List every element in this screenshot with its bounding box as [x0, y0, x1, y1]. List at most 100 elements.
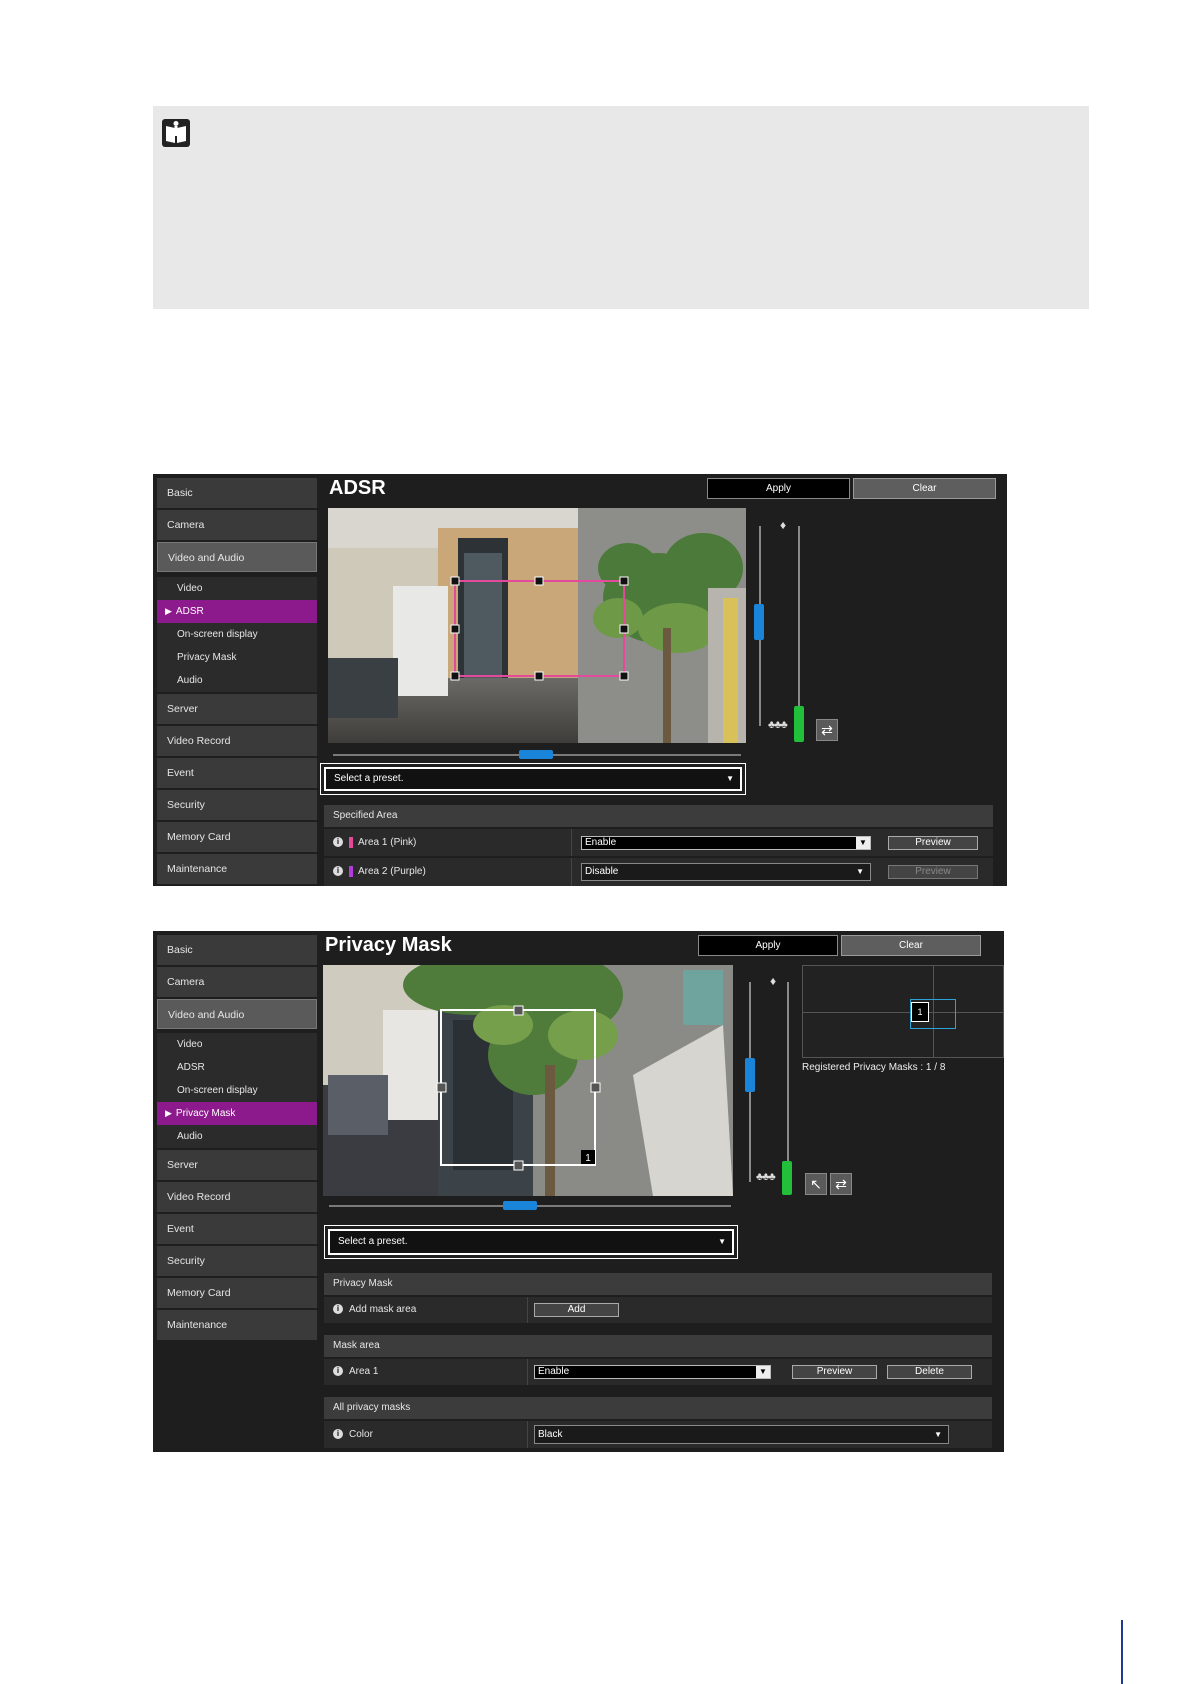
- section-mask-area: Mask area: [324, 1335, 992, 1357]
- column-divider: [527, 1359, 528, 1385]
- page-title: ADSR: [329, 477, 386, 499]
- nav-basic[interactable]: Basic: [157, 935, 317, 965]
- mask-overview-panel[interactable]: 1: [802, 965, 1004, 1058]
- preset-select-label: Select a preset.: [338, 1236, 408, 1247]
- nav-sub-on-screen-display[interactable]: On-screen display: [157, 1079, 317, 1102]
- add-mask-label-cell: i Add mask area: [333, 1297, 416, 1323]
- section-all-privacy-masks: All privacy masks: [324, 1397, 992, 1419]
- info-icon[interactable]: i: [333, 866, 343, 877]
- pan-slider-knob[interactable]: [503, 1201, 537, 1210]
- info-icon[interactable]: i: [333, 1304, 343, 1315]
- active-arrow-icon: ▶: [165, 1108, 172, 1118]
- nav-sub-adsr-label: ADSR: [175, 606, 204, 617]
- preset-select[interactable]: Select a preset. ▼: [320, 763, 746, 795]
- sidebar-nav: Basic Camera Video and Audio Video ADSR …: [157, 935, 317, 1342]
- nav-basic[interactable]: Basic: [157, 478, 317, 508]
- add-mask-area-label: Add mask area: [349, 1304, 417, 1315]
- swap-arrows-icon[interactable]: ⇄: [816, 719, 838, 741]
- camera-video-preview[interactable]: 1: [323, 965, 733, 1196]
- nav-video-record[interactable]: Video Record: [157, 726, 317, 756]
- nav-security[interactable]: Security: [157, 1246, 317, 1276]
- swap-arrows-icon[interactable]: ⇄: [830, 1173, 852, 1195]
- chevron-down-icon: ▼: [726, 774, 734, 783]
- zoom-slider-knob[interactable]: [782, 1161, 792, 1195]
- nav-video-record[interactable]: Video Record: [157, 1182, 317, 1212]
- clear-button[interactable]: Clear: [853, 478, 996, 499]
- area-1-enable-select[interactable]: Enable ▼: [534, 1365, 771, 1379]
- nav-sub-video[interactable]: Video: [157, 1033, 317, 1056]
- area-1-label-cell: i Area 1 (Pink): [333, 829, 416, 856]
- tele-icon: ♦: [770, 974, 777, 988]
- area-2-select-value: Disable: [585, 866, 619, 877]
- zoom-slider-track[interactable]: [787, 982, 789, 1182]
- table-row: i Color Black ▼: [324, 1421, 992, 1448]
- page-title: Privacy Mask: [325, 934, 452, 956]
- clear-button[interactable]: Clear: [841, 935, 981, 956]
- nav-server[interactable]: Server: [157, 694, 317, 724]
- apply-button[interactable]: Apply: [698, 935, 838, 956]
- nav-camera[interactable]: Camera: [157, 510, 317, 540]
- area-1-enable-select[interactable]: Enable ▼: [581, 836, 871, 850]
- camera-scene-image: 1: [323, 965, 733, 1196]
- nav-camera[interactable]: Camera: [157, 967, 317, 997]
- area-1-preview-button[interactable]: Preview: [888, 836, 978, 850]
- nav-sub-on-screen-display[interactable]: On-screen display: [157, 623, 317, 646]
- add-mask-button[interactable]: Add: [534, 1303, 619, 1317]
- chevron-down-icon: ▼: [856, 867, 864, 876]
- nav-video-and-audio[interactable]: Video and Audio: [157, 999, 317, 1029]
- preset-select[interactable]: Select a preset. ▼: [324, 1225, 738, 1259]
- column-divider: [527, 1297, 528, 1323]
- nav-sub-adsr[interactable]: ADSR: [157, 1056, 317, 1079]
- column-divider: [571, 829, 572, 856]
- overview-mask-marker: 1: [911, 1002, 929, 1022]
- pan-slider-knob[interactable]: [519, 750, 553, 759]
- chevron-down-icon: ▼: [856, 837, 870, 849]
- camera-video-preview[interactable]: [328, 508, 746, 743]
- registered-masks-count: Registered Privacy Masks : 1 / 8: [802, 1062, 946, 1073]
- section-privacy-mask: Privacy Mask: [324, 1273, 992, 1295]
- column-divider: [571, 858, 572, 886]
- important-book-icon: [162, 119, 190, 147]
- apply-button[interactable]: Apply: [707, 478, 850, 499]
- wide-icon: ♣♣♣: [768, 719, 788, 731]
- section-specified-area: Specified Area: [324, 805, 993, 827]
- wide-icon: ♣♣♣: [756, 1171, 776, 1183]
- nav-memory-card[interactable]: Memory Card: [157, 822, 317, 852]
- sidebar-nav: Basic Camera Video and Audio Video ▶ ADSR…: [157, 478, 317, 886]
- info-icon[interactable]: i: [333, 1366, 343, 1377]
- color-label-cell: i Color: [333, 1421, 373, 1448]
- nav-event[interactable]: Event: [157, 1214, 317, 1244]
- area-1-preview-button[interactable]: Preview: [792, 1365, 877, 1379]
- nav-sub-audio[interactable]: Audio: [157, 1125, 317, 1148]
- area-2-label: Area 2 (Purple): [358, 866, 426, 877]
- overview-mask-number: 1: [917, 1007, 923, 1017]
- nav-sub-adsr[interactable]: ▶ ADSR: [157, 600, 317, 623]
- area-2-preview-button[interactable]: Preview: [888, 865, 978, 879]
- area-1-label: Area 1: [349, 1366, 379, 1377]
- table-row: i Area 2 (Purple) Disable ▼ Preview: [324, 858, 993, 886]
- zoom-slider-knob[interactable]: [794, 706, 804, 742]
- nav-memory-card[interactable]: Memory Card: [157, 1278, 317, 1308]
- nav-event[interactable]: Event: [157, 758, 317, 788]
- info-icon[interactable]: i: [333, 837, 343, 848]
- tilt-slider-knob[interactable]: [745, 1058, 755, 1092]
- nav-security[interactable]: Security: [157, 790, 317, 820]
- nav-sub-privacy-mask[interactable]: ▶ Privacy Mask: [157, 1102, 317, 1125]
- info-icon[interactable]: i: [333, 1429, 343, 1440]
- pointer-arrow-icon[interactable]: ↖: [805, 1173, 827, 1195]
- zoom-slider-track[interactable]: [798, 526, 800, 726]
- area-2-enable-select[interactable]: Disable ▼: [581, 863, 871, 881]
- important-note-box: [153, 106, 1089, 309]
- tilt-slider-knob[interactable]: [754, 604, 764, 640]
- area-1-delete-button[interactable]: Delete: [887, 1365, 972, 1379]
- mask-color-select[interactable]: Black ▼: [534, 1425, 949, 1444]
- nav-video-and-audio[interactable]: Video and Audio: [157, 542, 317, 572]
- nav-server[interactable]: Server: [157, 1150, 317, 1180]
- nav-maintenance[interactable]: Maintenance: [157, 854, 317, 884]
- area-1-label: Area 1 (Pink): [358, 837, 417, 848]
- nav-maintenance[interactable]: Maintenance: [157, 1310, 317, 1340]
- table-row: i Area 1 Enable ▼ Preview Delete: [324, 1359, 992, 1385]
- nav-sub-video[interactable]: Video: [157, 577, 317, 600]
- nav-sub-audio[interactable]: Audio: [157, 669, 317, 692]
- nav-sub-privacy-mask[interactable]: Privacy Mask: [157, 646, 317, 669]
